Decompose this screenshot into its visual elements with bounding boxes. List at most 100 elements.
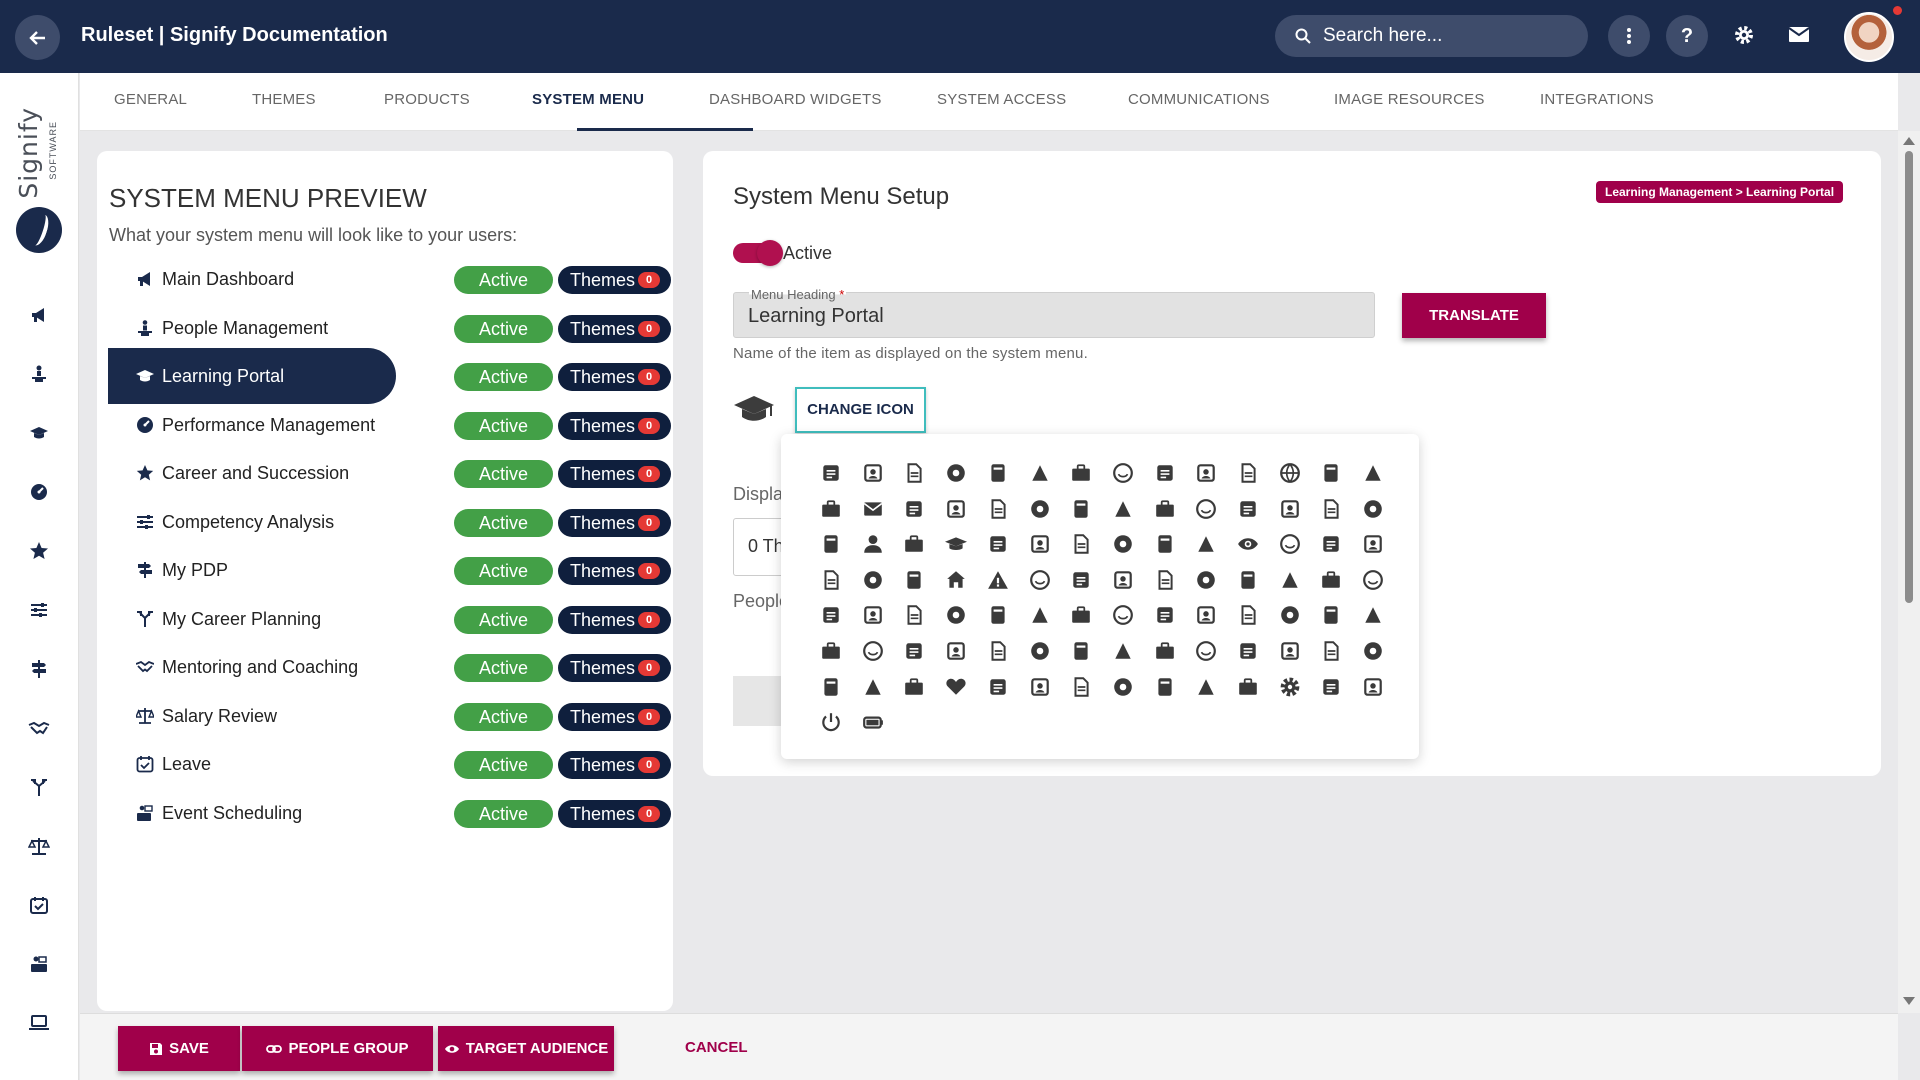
recycle-icon[interactable] [1360,674,1386,700]
themes-badge[interactable]: Themes 0 [558,654,671,682]
home-icon[interactable] [943,567,969,593]
basket-icon[interactable] [818,674,844,700]
laptop-icon[interactable] [1152,602,1178,628]
user-icon[interactable] [860,531,886,557]
rocket-icon[interactable] [943,602,969,628]
messages-button[interactable] [1787,24,1811,46]
money-icon[interactable] [1068,638,1094,664]
scroll-up-arrow[interactable] [1903,137,1915,145]
active-badge[interactable]: Active [454,751,553,779]
tab-integrations[interactable]: INTEGRATIONS [1540,73,1654,131]
contact-book-icon[interactable] [901,460,927,486]
menu-item[interactable]: Career and Succession [108,445,396,501]
settings-button[interactable] [1733,24,1755,46]
key-icon[interactable] [901,674,927,700]
frame-icon[interactable] [1027,496,1053,522]
menu-item[interactable]: Event Scheduling [108,785,396,841]
road-icon[interactable] [1027,567,1053,593]
active-badge[interactable]: Active [454,800,553,828]
list-icon[interactable] [1110,674,1136,700]
hourglass-icon[interactable] [1360,602,1386,628]
rail-scales-icon[interactable] [27,834,51,858]
door-icon[interactable] [1277,531,1303,557]
themes-badge[interactable]: Themes 0 [558,751,671,779]
user-secret-icon[interactable] [818,531,844,557]
envelope-open-icon[interactable] [943,496,969,522]
file-image-icon[interactable] [1110,460,1136,486]
database-icon[interactable] [1318,674,1344,700]
active-badge[interactable]: Active [454,654,553,682]
bank-icon[interactable] [901,567,927,593]
rail-gauge-icon[interactable] [27,480,51,504]
user-circle-icon[interactable] [1360,496,1386,522]
paper-plane-icon[interactable] [1110,638,1136,664]
person-icon[interactable] [1027,531,1053,557]
archive-icon[interactable] [1360,460,1386,486]
chart-pie-icon[interactable] [1027,602,1053,628]
rail-person-podium-icon[interactable] [27,362,51,386]
menu-item[interactable]: Leave [108,736,396,792]
file-code-icon[interactable] [1068,460,1094,486]
tab-themes[interactable]: THEMES [252,73,316,131]
themes-badge[interactable]: Themes 0 [558,363,671,391]
certificate-icon[interactable] [818,602,844,628]
pencil-icon[interactable] [1152,496,1178,522]
tab-system-menu[interactable]: SYSTEM MENU [532,73,644,131]
tab-dashboard-widgets[interactable]: DASHBOARD WIDGETS [709,73,882,131]
paperclip-icon[interactable] [1277,496,1303,522]
gender-icon[interactable] [1360,638,1386,664]
file-lines-icon[interactable] [1027,460,1053,486]
gift-icon[interactable] [1027,638,1053,664]
rail-person-board-icon[interactable] [27,952,51,976]
help-button[interactable]: ? [1666,15,1708,57]
menu-item[interactable]: Learning Portal [108,348,396,404]
change-icon-button[interactable]: CHANGE ICON [795,387,926,433]
rail-split-arrows-icon[interactable] [27,775,51,799]
football-icon[interactable] [1235,638,1261,664]
briefcase-icon[interactable] [1318,460,1344,486]
menu-item[interactable]: Mentoring and Coaching [108,639,396,695]
themes-badge[interactable]: Themes 0 [558,460,671,488]
life-ring-icon[interactable] [1277,638,1303,664]
calculator-icon[interactable] [1193,674,1219,700]
hands-clap-icon[interactable] [1110,531,1136,557]
file-text-icon[interactable] [985,460,1011,486]
comments-icon[interactable] [1277,602,1303,628]
globe-icon[interactable] [1277,460,1303,486]
active-badge[interactable]: Active [454,315,553,343]
sliders-icon[interactable] [1068,674,1094,700]
more-button[interactable] [1608,15,1650,57]
book-icon[interactable] [1235,460,1261,486]
rail-star-icon[interactable] [27,539,51,563]
rail-megaphone-icon[interactable] [27,303,51,327]
cancel-button[interactable]: CANCEL [685,1039,748,1056]
translate-button[interactable]: TRANSLATE [1402,293,1546,338]
puzzle-icon[interactable] [1152,638,1178,664]
tab-products[interactable]: PRODUCTS [384,73,470,131]
trash-icon[interactable] [943,638,969,664]
desktop-icon[interactable] [1110,602,1136,628]
car-icon[interactable] [1152,567,1178,593]
mobile-icon[interactable] [1193,602,1219,628]
handshake-icon[interactable] [1193,531,1219,557]
menu-item[interactable]: My PDP [108,542,396,598]
eye-icon[interactable] [1235,531,1261,557]
themes-badge[interactable]: Themes 0 [558,606,671,634]
gauge-icon[interactable] [1235,496,1261,522]
child-icon[interactable] [1068,531,1094,557]
smile-icon[interactable] [1318,496,1344,522]
themes-badge[interactable]: Themes 0 [558,266,671,294]
themes-badge[interactable]: Themes 0 [558,557,671,585]
lightbulb-icon[interactable] [1235,567,1261,593]
map-pin-icon[interactable] [1068,567,1094,593]
graduation-cap-icon[interactable] [943,531,969,557]
active-badge[interactable]: Active [454,266,553,294]
shopping-bag-icon[interactable] [860,674,886,700]
address-card-icon[interactable] [818,460,844,486]
scroll-down-arrow[interactable] [1903,997,1915,1005]
tab-image-resources[interactable]: IMAGE RESOURCES [1334,73,1485,131]
barcode-icon[interactable] [1235,674,1261,700]
search-input[interactable]: Search here... [1275,15,1588,57]
rail-sliders-icon[interactable] [27,598,51,622]
comment-icon[interactable] [1235,602,1261,628]
